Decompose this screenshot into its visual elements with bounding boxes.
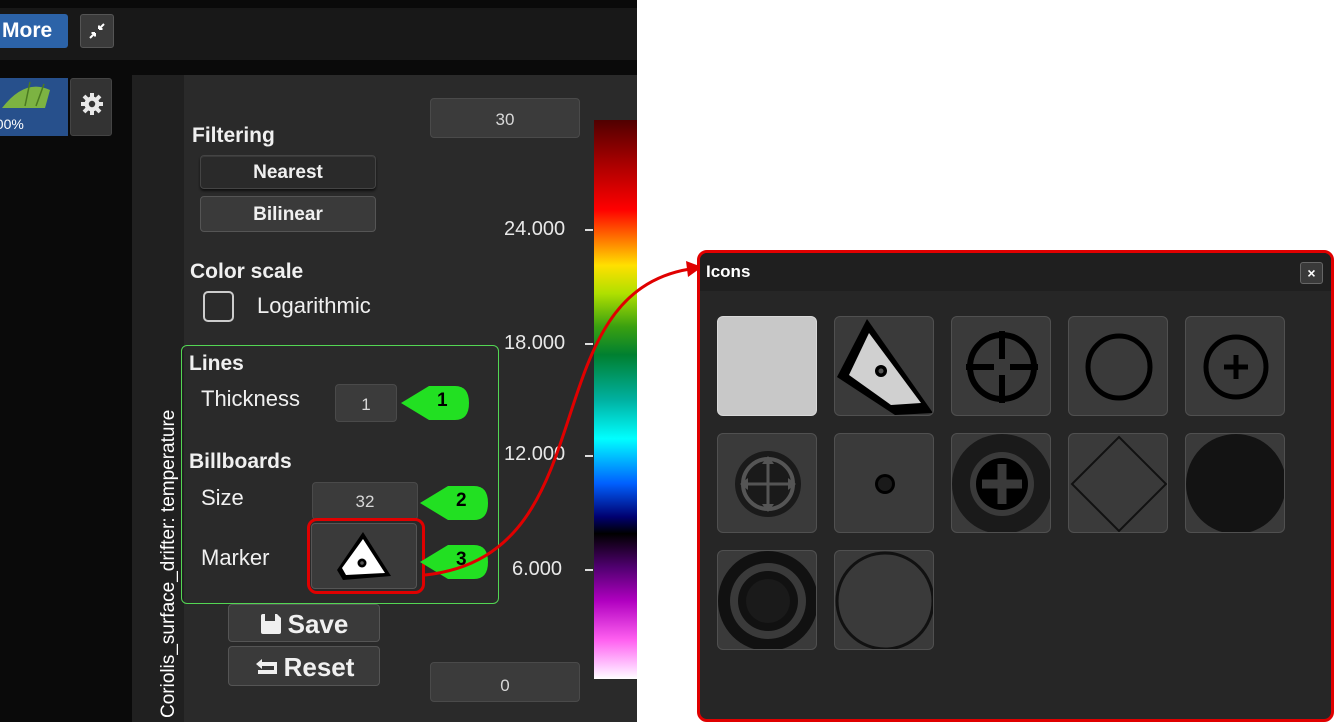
color-scale-heading: Color scale	[190, 260, 304, 283]
connector-arrow	[424, 261, 702, 577]
range-min-input[interactable]: 0	[430, 662, 580, 702]
collapse-arrows-icon[interactable]	[80, 14, 114, 48]
dialog-titlebar	[700, 253, 1331, 291]
logarithmic-checkbox[interactable]	[203, 291, 234, 322]
filtering-heading: Filtering	[192, 124, 275, 147]
colorbar-tick	[585, 229, 593, 231]
size-input[interactable]: 32	[312, 482, 418, 520]
thickness-label: Thickness	[201, 386, 301, 411]
marker-label: Marker	[201, 545, 270, 570]
dot-icon[interactable]	[834, 433, 934, 533]
close-button[interactable]: ×	[1300, 262, 1323, 284]
lines-heading: Lines	[189, 352, 244, 375]
marker-highlight	[307, 518, 425, 594]
dialog-title: Icons	[706, 262, 751, 281]
reset-label: Reset	[283, 652, 355, 682]
gear-icon[interactable]	[70, 78, 112, 136]
return-arrow-icon	[255, 659, 277, 674]
move-arrows-icon[interactable]	[717, 433, 817, 533]
circle-plus-icon[interactable]	[1185, 316, 1285, 416]
save-label: Save	[287, 609, 349, 639]
crosshair-icon[interactable]	[951, 316, 1051, 416]
thickness-input[interactable]: 1	[335, 384, 397, 422]
filled-circle-icon[interactable]	[1185, 433, 1285, 533]
target-icon[interactable]	[717, 550, 817, 650]
more-button[interactable]: More	[0, 14, 68, 48]
large-circle-icon[interactable]	[834, 550, 934, 650]
pointer-marker-icon[interactable]	[834, 316, 934, 416]
size-label: Size	[201, 485, 244, 510]
bold-plus-icon[interactable]	[951, 433, 1051, 533]
icons-dialog: Icons ×	[697, 250, 1334, 722]
layer-opacity-value: 100%	[0, 116, 24, 132]
bilinear-button[interactable]: Bilinear	[200, 196, 376, 232]
square-icon[interactable]	[717, 316, 817, 416]
reset-button[interactable]: Reset	[228, 646, 380, 686]
circle-outline-icon[interactable]	[1068, 316, 1168, 416]
nearest-button[interactable]: Nearest	[200, 155, 376, 189]
diamond-icon[interactable]	[1068, 433, 1168, 533]
save-button[interactable]: Save	[228, 604, 380, 642]
floppy-disk-icon	[260, 614, 281, 634]
logarithmic-label: Logarithmic	[257, 293, 371, 318]
colorbar-tick-label: 24.000	[504, 218, 566, 240]
layer-title: Coriolis_surface_drifter: temperature	[158, 409, 179, 718]
billboards-heading: Billboards	[189, 450, 292, 473]
range-max-input[interactable]: 30	[430, 98, 580, 138]
